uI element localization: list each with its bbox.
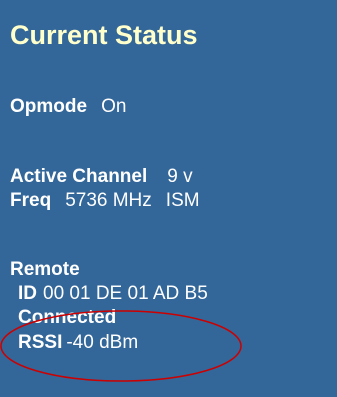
freq-row: Freq 5736 MHz ISM <box>10 191 200 210</box>
remote-label: Remote <box>10 259 80 280</box>
current-status-panel: Current Status Opmode On Active Channel 9 … <box>0 0 337 397</box>
remote-heading: Remote <box>10 260 80 279</box>
rssi-label: RSSI <box>18 332 63 353</box>
freq-value: 5736 MHz <box>65 190 152 211</box>
remote-id-row: ID 00 01 DE 01 AD B5 <box>18 284 208 303</box>
connected-label: Connected <box>18 307 117 328</box>
panel-title: Current Status <box>10 20 198 50</box>
active-channel-row: Active Channel 9 v <box>10 167 193 186</box>
remote-id-label: ID <box>18 283 37 304</box>
freq-label: Freq <box>10 190 52 211</box>
active-channel-label: Active Channel <box>10 166 148 187</box>
rssi-row: RSSI -40 dBm <box>18 333 138 352</box>
freq-band: ISM <box>165 190 200 211</box>
rssi-value: -40 dBm <box>66 332 139 353</box>
connected-row: Connected <box>18 308 116 327</box>
opmode-row: Opmode On <box>10 97 126 116</box>
active-channel-value: 9 v <box>167 166 193 187</box>
opmode-value: On <box>101 96 127 117</box>
opmode-label: Opmode <box>10 96 88 117</box>
remote-id-value: 00 01 DE 01 AD B5 <box>43 283 208 304</box>
